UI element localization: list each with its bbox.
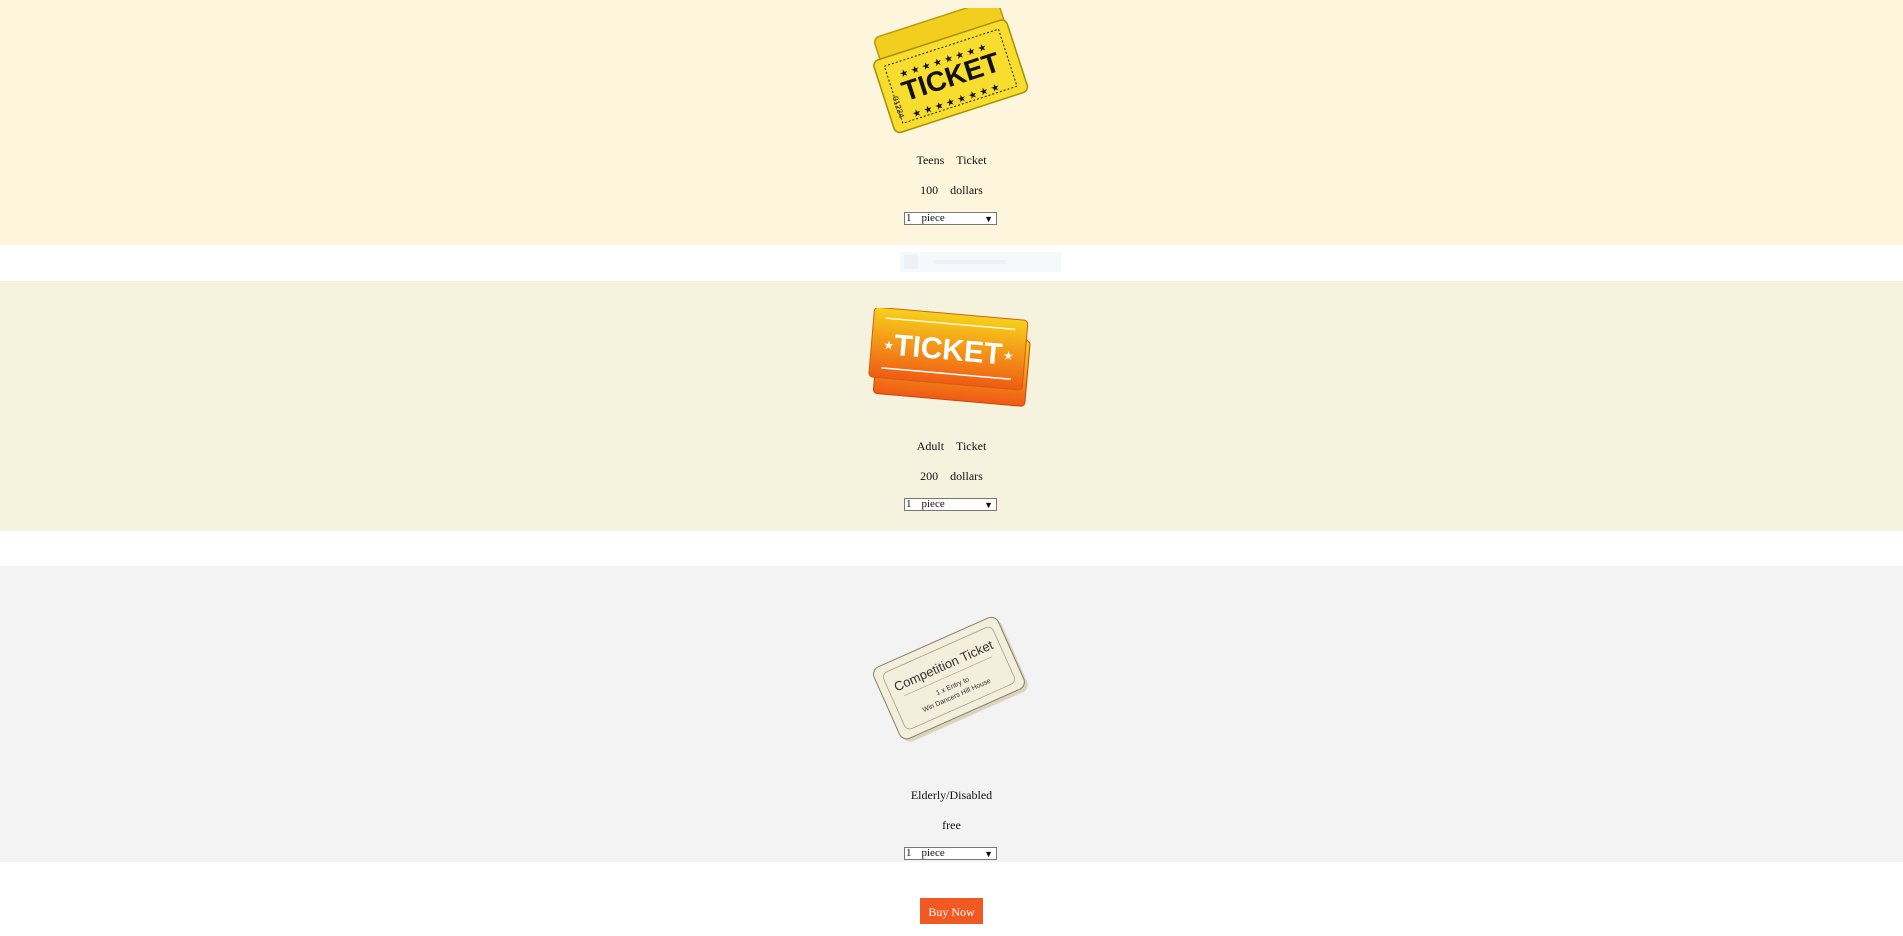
teens-quantity-select[interactable]: 1 piece ▼ [904, 212, 997, 225]
buy-now-button[interactable]: Buy Now [920, 898, 983, 924]
elderly-ticket-name: Elderly/Disabled [910, 788, 993, 802]
adult-ticket-price: 200 dollars [920, 469, 983, 483]
svg-text:★: ★ [883, 338, 895, 353]
teens-ticket-price: 100 dollars [920, 183, 983, 197]
faint-placeholder-bar [900, 252, 1061, 272]
adult-ticket-image: TICKET ★ ★ [868, 308, 1031, 407]
adult-ticket-name: Adult Ticket [916, 439, 987, 453]
chevron-down-icon: ▼ [984, 849, 993, 859]
elderly-ticket-price: free [942, 818, 961, 832]
elderly-ticket-image: Competition Ticket 1 x Entry to Win Danc… [873, 616, 1028, 742]
teens-ticket-name: Teens Ticket [916, 153, 987, 167]
adult-quantity-select[interactable]: 1 piece ▼ [904, 498, 997, 511]
elderly-quantity-select[interactable]: 1 piece ▼ [904, 847, 997, 860]
chevron-down-icon: ▼ [984, 500, 993, 510]
teens-ticket-image: TICKET ★ ★ ★ ★ ★ ★ ★ ★ ★ ★ ★ ★ ★ ★ ★ ★ 0… [873, 8, 1029, 134]
chevron-down-icon: ▼ [984, 214, 993, 224]
svg-text:★: ★ [1002, 348, 1014, 363]
